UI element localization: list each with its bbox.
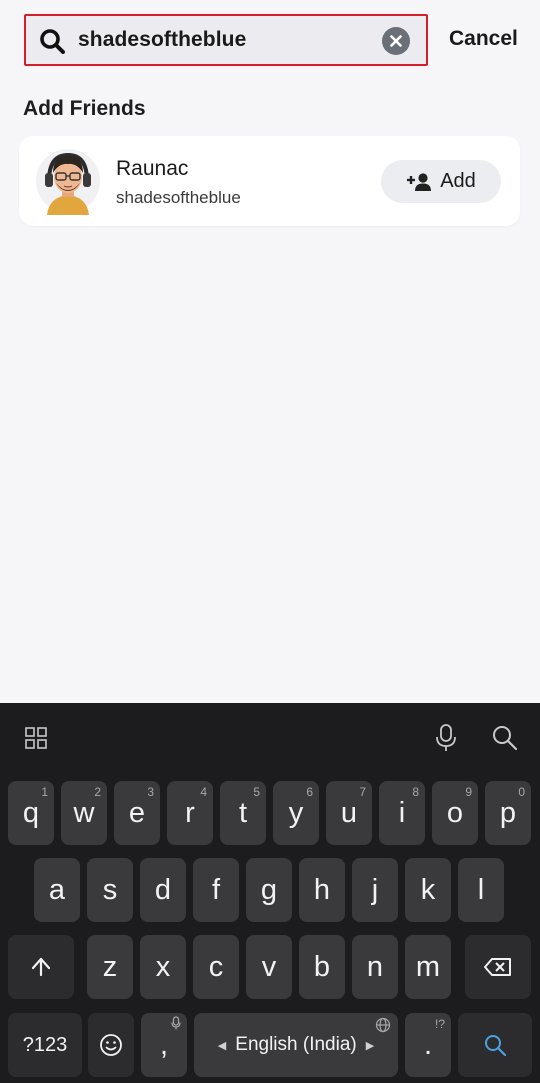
backspace-key[interactable] xyxy=(465,935,531,999)
microphone-icon xyxy=(171,1016,181,1030)
space-label: English (India) xyxy=(235,1034,357,1055)
key-hint: 9 xyxy=(465,785,472,799)
key-label: p xyxy=(499,796,517,829)
key-label: y xyxy=(288,796,304,829)
key-hint: 2 xyxy=(94,785,101,799)
cancel-button[interactable]: Cancel xyxy=(449,27,518,51)
key-j[interactable]: j xyxy=(352,858,398,922)
language-prev-icon: ◀ xyxy=(217,1039,227,1052)
search-icon xyxy=(40,29,65,54)
search-input[interactable]: shadesoftheblue xyxy=(78,28,246,52)
grid-icon[interactable] xyxy=(25,727,47,749)
key-l[interactable]: l xyxy=(458,858,504,922)
key-z[interactable]: z xyxy=(87,935,133,999)
key-hint: 8 xyxy=(412,785,419,799)
key-label: e xyxy=(128,796,146,829)
clear-search-button[interactable] xyxy=(382,27,410,55)
key-q[interactable]: 1q xyxy=(8,781,54,845)
key-e[interactable]: 3e xyxy=(114,781,160,845)
key-hint: 5 xyxy=(253,785,260,799)
key-hint: 7 xyxy=(359,785,366,799)
key-n[interactable]: n xyxy=(352,935,398,999)
key-k[interactable]: k xyxy=(405,858,451,922)
key-s[interactable]: s xyxy=(87,858,133,922)
key-r[interactable]: 4r xyxy=(167,781,213,845)
key-d[interactable]: d xyxy=(140,858,186,922)
key-label: r xyxy=(185,796,195,829)
shift-arrow-icon xyxy=(31,957,51,977)
key-h[interactable]: h xyxy=(299,858,345,922)
key-t[interactable]: 5t xyxy=(220,781,266,845)
key-label: i xyxy=(398,796,406,829)
space-key[interactable]: ◀ English (India) ▶ xyxy=(194,1013,398,1077)
search-icon xyxy=(485,1035,507,1057)
emoji-icon xyxy=(100,1034,122,1056)
key-a[interactable]: a xyxy=(34,858,80,922)
key-hint: 3 xyxy=(147,785,154,799)
backspace-icon xyxy=(484,958,511,976)
key-b[interactable]: b xyxy=(299,935,345,999)
key-w[interactable]: 2w xyxy=(61,781,107,845)
key-y[interactable]: 6y xyxy=(273,781,319,845)
key-label: q xyxy=(22,796,40,829)
search-field[interactable]: shadesoftheblue xyxy=(24,14,428,66)
comma-label: , xyxy=(159,1028,169,1061)
add-friend-icon xyxy=(407,172,432,191)
key-hint: 6 xyxy=(306,785,313,799)
language-next-icon: ▶ xyxy=(365,1039,375,1052)
key-x[interactable]: x xyxy=(140,935,186,999)
friend-result-card[interactable]: Raunac shadesoftheblue Add xyxy=(19,136,520,226)
key-o[interactable]: 9o xyxy=(432,781,478,845)
keyboard: 1q 2w 3e 4r 5t 6y 7u 8i 9o 0p a s d f g … xyxy=(0,703,540,1083)
friend-username: shadesoftheblue xyxy=(116,188,241,207)
key-m[interactable]: m xyxy=(405,935,451,999)
key-c[interactable]: c xyxy=(193,935,239,999)
add-friend-button[interactable]: Add xyxy=(381,160,501,203)
key-label: u xyxy=(340,796,358,829)
key-hint: 0 xyxy=(518,785,525,799)
key-hint: 4 xyxy=(200,785,207,799)
microphone-icon[interactable] xyxy=(435,724,457,752)
key-f[interactable]: f xyxy=(193,858,239,922)
key-u[interactable]: 7u xyxy=(326,781,372,845)
key-label: t xyxy=(238,796,248,829)
key-label: w xyxy=(73,796,95,829)
period-key[interactable]: !? . xyxy=(405,1013,451,1077)
friend-name: Raunac xyxy=(116,157,189,180)
clear-icon xyxy=(390,35,402,47)
period-label: . xyxy=(423,1028,433,1061)
section-title: Add Friends xyxy=(23,97,146,120)
key-i[interactable]: 8i xyxy=(379,781,425,845)
add-button-label: Add xyxy=(440,170,476,192)
symbols-key[interactable]: ?123 xyxy=(8,1013,82,1077)
key-g[interactable]: g xyxy=(246,858,292,922)
key-hint: 1 xyxy=(41,785,48,799)
emoji-key[interactable] xyxy=(88,1013,134,1077)
avatar xyxy=(36,149,100,215)
period-hint: !? xyxy=(434,1017,445,1031)
keyboard-search-icon[interactable] xyxy=(492,725,518,751)
globe-icon xyxy=(375,1017,391,1033)
key-label: o xyxy=(446,796,464,829)
search-key[interactable] xyxy=(458,1013,532,1077)
key-p[interactable]: 0p xyxy=(485,781,531,845)
shift-key[interactable] xyxy=(8,935,74,999)
key-v[interactable]: v xyxy=(246,935,292,999)
comma-key[interactable]: , xyxy=(141,1013,187,1077)
